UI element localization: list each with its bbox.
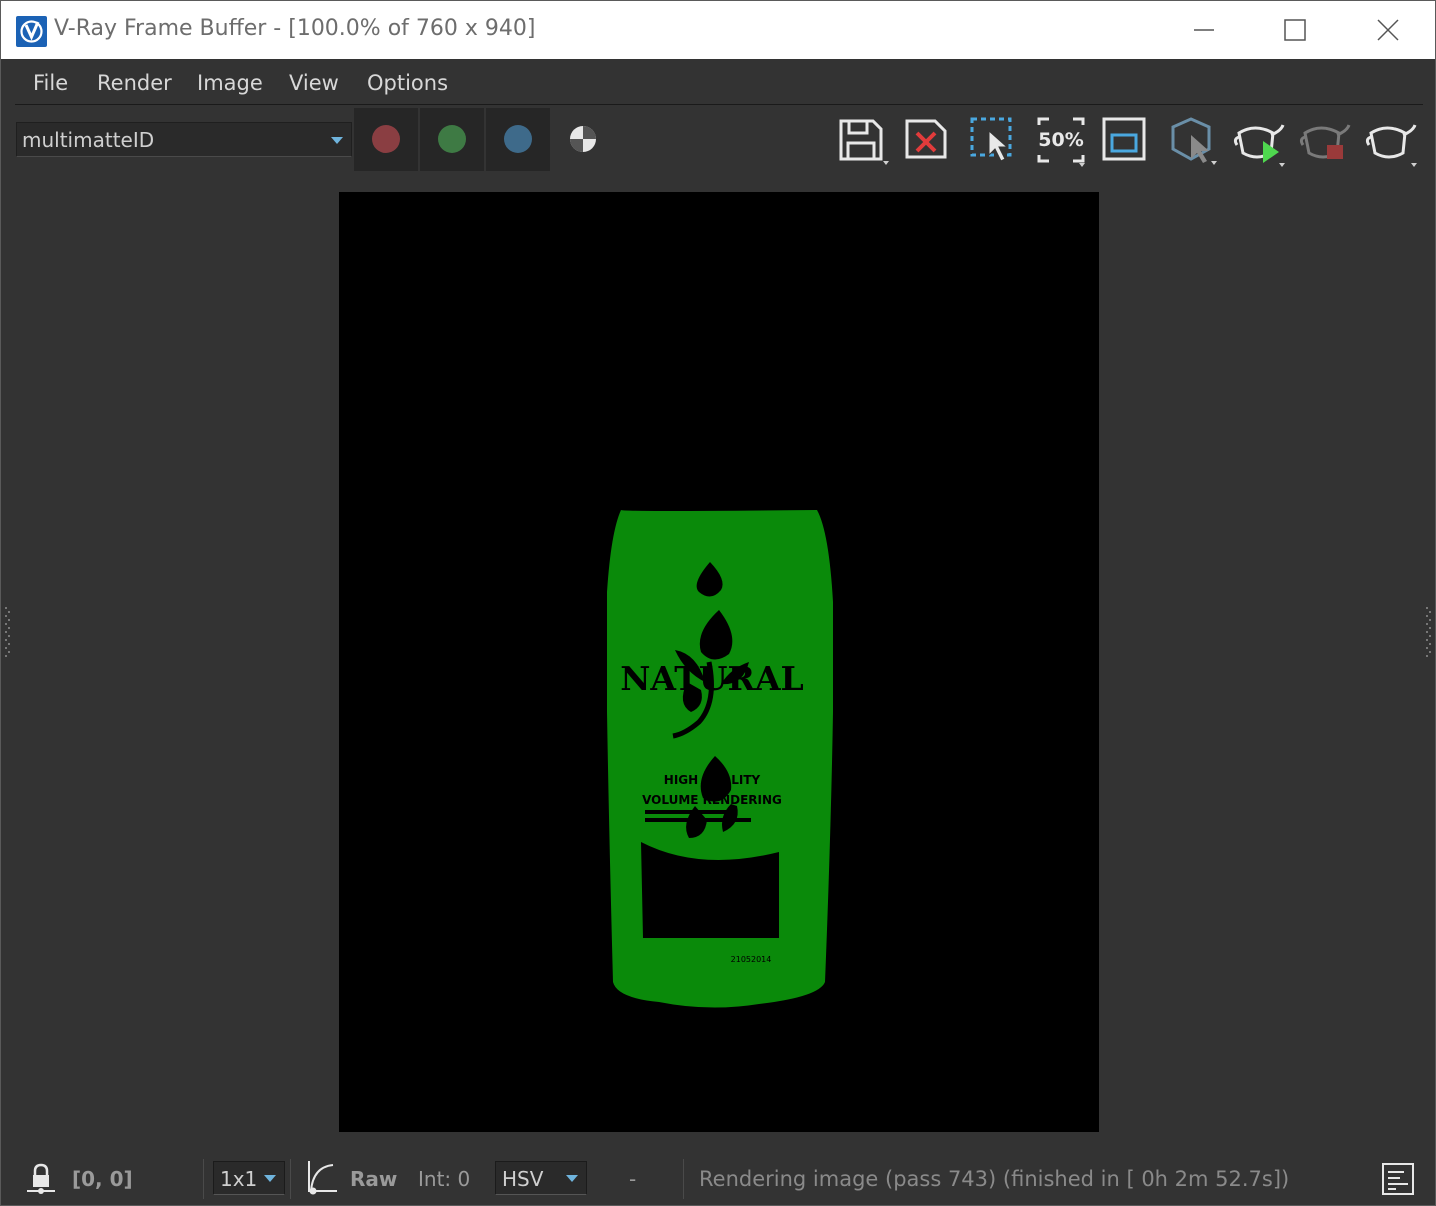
label-quality-text: HIGH QUALITY	[664, 773, 761, 787]
status-divider	[290, 1159, 291, 1199]
save-icon	[839, 119, 889, 165]
vray-frame-buffer-window: V-Ray Frame Buffer - [100.0% of 760 x 94…	[0, 0, 1436, 1206]
label-volume-text: VOLUME RENDERING	[642, 793, 782, 807]
menu-bar: File Render Image View Options	[1, 61, 1435, 103]
date-code-text: 21052014	[731, 955, 772, 964]
status-divider	[683, 1159, 684, 1199]
label-natural-text: NATURAL	[620, 659, 804, 698]
color-mode-dropdown[interactable]: HSV	[495, 1161, 587, 1195]
red-channel-button[interactable]	[354, 108, 418, 171]
lock-icon	[27, 1163, 55, 1194]
window-title: V-Ray Frame Buffer - [100.0% of 760 x 94…	[54, 16, 536, 41]
zoom-50-icon: 50%	[1037, 117, 1085, 167]
zoom-50-button[interactable]: 50%	[1033, 113, 1089, 169]
render-channel-dropdown[interactable]: multimatteID	[16, 122, 352, 157]
menu-divider	[15, 104, 1423, 105]
monochrome-toggle-button[interactable]	[567, 123, 599, 155]
render-status-message: Rendering image (pass 743) (finished in …	[699, 1167, 1290, 1191]
chevron-down-icon	[264, 1175, 276, 1182]
blue-channel-button[interactable]	[486, 108, 550, 171]
render-channel-value: multimatteID	[22, 128, 155, 152]
color-correction-button[interactable]	[303, 1159, 339, 1197]
teapot-render-icon	[1365, 124, 1417, 167]
teapot-start-render-icon	[1233, 124, 1285, 167]
save-image-button[interactable]	[835, 113, 891, 169]
menu-options[interactable]: Options	[367, 71, 448, 95]
red-channel-icon	[372, 125, 400, 153]
render-last-button[interactable]	[1363, 113, 1419, 169]
menu-render[interactable]: Render	[97, 71, 172, 95]
render-image[interactable]: NATURAL HIGH QUALITY VOLUME RENDERING 21…	[339, 192, 1099, 1132]
minimize-button[interactable]	[1181, 9, 1227, 51]
stop-render-button[interactable]	[1297, 113, 1353, 169]
render-region-frame-button[interactable]	[1099, 113, 1155, 169]
int-value: Int: 0	[418, 1167, 471, 1191]
color-value: -	[629, 1167, 637, 1191]
log-icon	[1382, 1163, 1414, 1195]
teapot-stop-render-icon	[1299, 124, 1351, 159]
fine-print-line	[645, 818, 751, 822]
multimatte-render-image: NATURAL HIGH QUALITY VOLUME RENDERING 21…	[607, 510, 833, 1008]
region-render-icon	[970, 117, 1012, 162]
green-channel-button[interactable]	[420, 108, 484, 171]
title-bar: V-Ray Frame Buffer - [100.0% of 760 x 94…	[1, 1, 1435, 59]
clear-image-icon	[905, 119, 947, 159]
menu-image[interactable]: Image	[197, 71, 263, 95]
green-channel-icon	[438, 125, 466, 153]
chevron-down-icon	[566, 1175, 578, 1182]
close-button[interactable]	[1365, 9, 1411, 51]
show-log-button[interactable]	[1382, 1163, 1414, 1195]
track-mouse-button[interactable]	[1165, 113, 1221, 169]
blue-channel-icon	[504, 125, 532, 153]
status-bar: [0, 0] 1x1 Raw Int: 0 HSV - Rendering im…	[1, 1153, 1435, 1205]
lock-pointer-button[interactable]	[25, 1161, 59, 1195]
chevron-down-icon	[331, 137, 343, 144]
track-mouse-icon	[1171, 117, 1217, 165]
render-region-frame-icon	[1102, 117, 1146, 161]
left-panel-grip[interactable]	[5, 605, 11, 661]
start-render-button[interactable]	[1231, 113, 1287, 169]
raw-label: Raw	[350, 1167, 398, 1191]
right-panel-grip[interactable]	[1426, 605, 1432, 661]
menu-file[interactable]: File	[33, 71, 68, 95]
sample-size-dropdown[interactable]: 1x1	[213, 1161, 285, 1195]
clear-image-button[interactable]	[901, 113, 957, 169]
fine-print-line	[645, 810, 735, 814]
color-mode-value: HSV	[502, 1167, 544, 1191]
curve-icon	[308, 1161, 337, 1195]
svg-text:50%: 50%	[1038, 129, 1083, 151]
maximize-button[interactable]	[1272, 9, 1318, 51]
status-divider	[203, 1159, 204, 1199]
menu-view[interactable]: View	[289, 71, 339, 95]
monochrome-icon	[570, 126, 596, 152]
pixel-coordinates: [0, 0]	[72, 1167, 133, 1191]
region-render-button[interactable]	[967, 113, 1023, 169]
vray-logo-icon	[16, 16, 47, 47]
sample-size-value: 1x1	[220, 1167, 258, 1191]
